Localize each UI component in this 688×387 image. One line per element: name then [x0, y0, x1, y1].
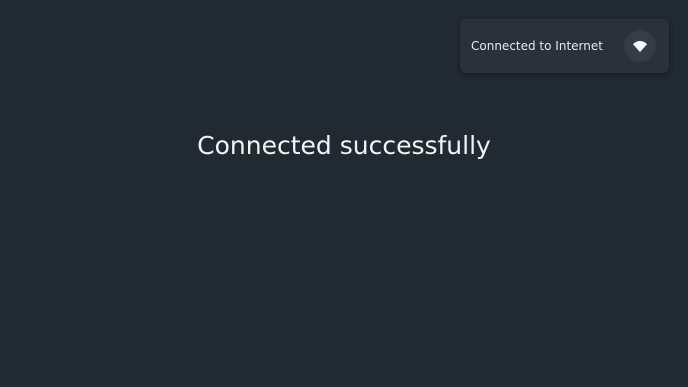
toast-message: Connected to Internet: [471, 39, 603, 53]
wifi-icon: [633, 40, 647, 52]
connection-toast: Connected to Internet: [460, 19, 669, 73]
screen: Connected to Internet Connected successf…: [0, 0, 688, 387]
status-message: Connected successfully: [197, 131, 491, 160]
wifi-icon-badge: [624, 30, 656, 62]
